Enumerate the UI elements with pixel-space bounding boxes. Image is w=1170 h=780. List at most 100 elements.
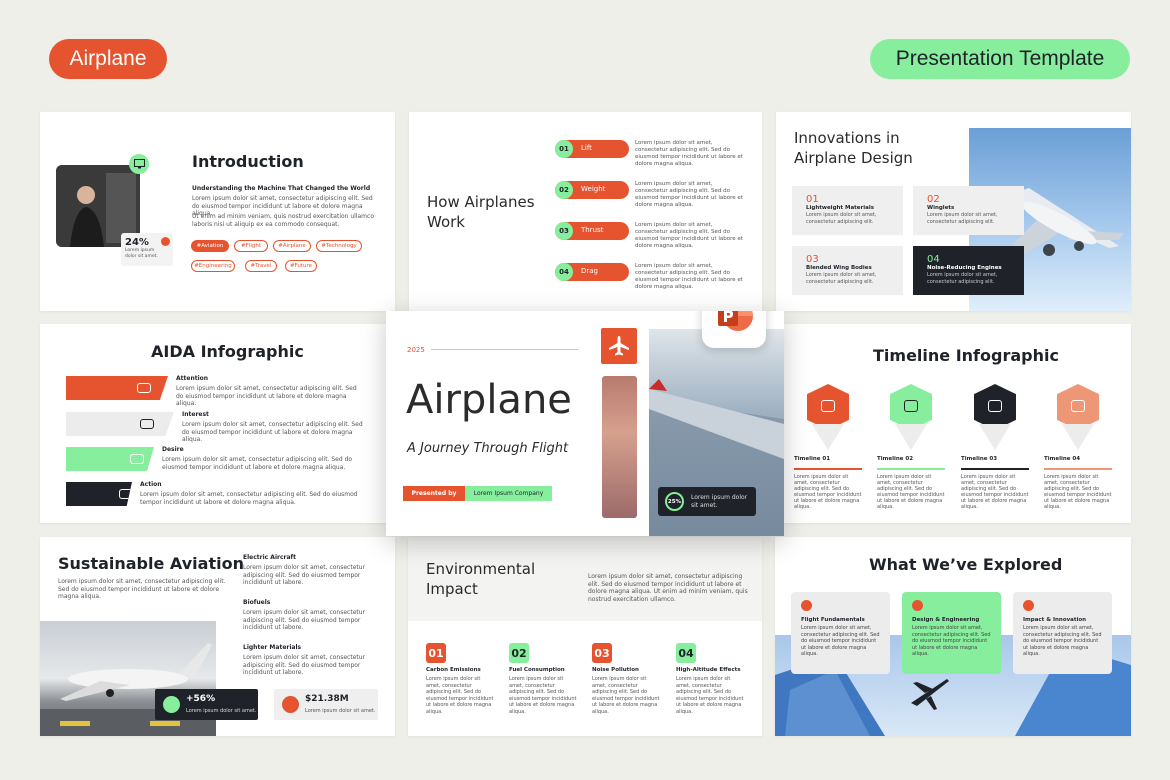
innov-card-label: Blended Wing Bodies — [806, 265, 872, 271]
clouds-strip-photo — [602, 376, 637, 518]
chart-icon — [161, 237, 170, 246]
cover-title: Airplane — [406, 377, 572, 423]
aida-text: Lorem ipsum dolor sit amet, consectetur … — [176, 385, 357, 407]
family-icon — [130, 454, 144, 464]
slide-introduction[interactable]: 24% Lorem ipsum dolor sit amet. Introduc… — [40, 112, 395, 311]
sustain-item-label: Lighter Materials — [243, 644, 302, 651]
slide-cover[interactable]: 2025 Airplane A Journey Through Flight P… — [386, 311, 784, 536]
slide-environmental-impact[interactable]: Environmental Impact Lorem ipsum dolor s… — [408, 537, 762, 736]
explored-card-label: Impact & Innovation — [1023, 617, 1087, 623]
innov-card-text: Lorem ipsum dolor sit amet, consectetur … — [806, 212, 877, 225]
tools-icon — [912, 600, 923, 611]
tag-engineering[interactable]: #Engineering — [191, 260, 235, 272]
slide-innovations[interactable]: Innovations in Airplane Design 01 Lightwe… — [776, 112, 1131, 311]
how-title: How Airplanes Work — [427, 193, 535, 231]
how-item-label: Thrust — [581, 226, 604, 234]
explored-title: What We’ve Explored — [869, 555, 1063, 574]
airplane-icon — [801, 600, 812, 611]
env-item-number: 02 — [509, 643, 529, 663]
timeline-hexagon — [890, 384, 932, 430]
sustain-stat1-card: +56% Lorem ipsum dolor sit amet. — [155, 689, 258, 720]
tag-flight[interactable]: #Flight — [234, 240, 268, 252]
how-item-pill: 01 Lift — [555, 140, 629, 158]
intro-stat-text: Lorem ipsum dolor sit amet. — [125, 248, 158, 259]
env-item-text: Lorem ipsum dolor sit amet, consectetur … — [592, 676, 660, 715]
template-label-pill: Presentation Template — [870, 39, 1130, 79]
slide-what-weve-explored[interactable]: What We’ve Explored Flight Fundamentals L… — [775, 537, 1131, 736]
aida-text: Lorem ipsum dolor sit amet, consectetur … — [162, 456, 353, 471]
innov-card-label: Noise-Reducing Engines — [927, 265, 1002, 271]
innov-card: 04 Noise-Reducing Engines Lorem ipsum dolo… — [913, 246, 1024, 295]
how-item-label: Drag — [581, 267, 599, 275]
env-item-label: Noise Pollution — [592, 667, 639, 673]
sustain-stat1-value: +56% — [186, 694, 216, 704]
how-item-pill: 02 Weight — [555, 181, 629, 199]
sustain-stat2-value: $21.38M — [305, 694, 349, 704]
tag-airplane[interactable]: #Airplane — [273, 240, 311, 252]
team-icon — [904, 400, 918, 412]
slide-how-airplanes-work[interactable]: How Airplanes Work 01 Lift Lorem ipsum dol… — [409, 112, 762, 311]
tag-travel[interactable]: #Travel — [245, 260, 277, 272]
how-item: 03 Thrust Lorem ipsum dolor sit amet, cons… — [555, 222, 755, 252]
innov-card: 03 Blended Wing Bodies Lorem ipsum dolor s… — [792, 246, 903, 295]
slide-aida[interactable]: AIDA Infographic Attention Lorem ipsum do… — [40, 324, 395, 523]
tag-aviation[interactable]: #Aviation — [191, 240, 229, 252]
explored-card-text: Lorem ipsum dolor sit amet, consectetur … — [1023, 625, 1102, 657]
innov-card-number: 04 — [927, 254, 940, 265]
sustain-item-text: Lorem ipsum dolor sit amet, consectetur … — [243, 609, 366, 631]
env-item-number: 01 — [426, 643, 446, 663]
airplane-silhouette-icon — [911, 679, 949, 710]
how-item-text: Lorem ipsum dolor sit amet, consectetur … — [635, 222, 743, 249]
innov-card-text: Lorem ipsum dolor sit amet, consectetur … — [927, 212, 998, 225]
sustain-item-text: Lorem ipsum dolor sit amet, consectetur … — [243, 564, 366, 586]
env-item-text: Lorem ipsum dolor sit amet, consectetur … — [426, 676, 494, 715]
sustain-stat2-card: $21.38M Lorem ipsum dolor sit amet. — [274, 689, 378, 720]
monitor-icon-badge — [129, 154, 149, 174]
timeline-pointer — [812, 424, 844, 450]
monitor-icon — [133, 159, 145, 169]
intro-paragraph-2: Ut enim ad minim veniam, quis nostrud ex… — [192, 213, 374, 228]
env-item-label: High-Altitude Effects — [676, 667, 741, 673]
aida-title: AIDA Infographic — [151, 342, 304, 361]
cover-rule — [431, 349, 578, 350]
plane-icon-tile — [601, 328, 637, 364]
innov-card: 02 Winglets Lorem ipsum dolor sit amet, co… — [913, 186, 1024, 235]
timeline-text: Lorem ipsum dolor sit amet, consectetur … — [794, 474, 862, 510]
innov-card: 01 Lightweight Materials Lorem ipsum dolor… — [792, 186, 903, 235]
money-icon — [282, 696, 299, 713]
tag-future[interactable]: #Future — [285, 260, 317, 272]
timeline-pointer — [1062, 424, 1094, 450]
explored-card-label: Design & Engineering — [912, 617, 980, 623]
innov-title: Innovations in Airplane Design — [794, 129, 913, 167]
sustain-title: Sustainable Aviation — [58, 554, 244, 573]
handshake-icon — [119, 489, 132, 499]
tag-technology[interactable]: #Technology — [316, 240, 362, 252]
how-item-number: 03 — [555, 222, 573, 240]
how-item-text: Lorem ipsum dolor sit amet, consectetur … — [635, 181, 743, 208]
how-item-pill: 04 Drag — [555, 263, 629, 281]
progress-ring: 25% — [665, 492, 684, 511]
person-pin-icon — [140, 419, 154, 429]
rocket-icon — [988, 400, 1002, 412]
env-item-number: 04 — [676, 643, 696, 663]
aida-label: Desire — [162, 446, 184, 453]
sustain-item-text: Lorem ipsum dolor sit amet, consectetur … — [243, 654, 366, 676]
timeline-label: Timeline 03 — [961, 456, 998, 462]
innov-card-number: 03 — [806, 254, 819, 265]
aida-bar — [66, 412, 174, 436]
aida-text: Lorem ipsum dolor sit amet, consectetur … — [182, 421, 363, 443]
intro-title: Introduction — [192, 152, 304, 171]
slide-timeline[interactable]: Timeline Infographic Timeline 01 Lorem ip… — [776, 324, 1131, 523]
env-item-text: Lorem ipsum dolor sit amet, consectetur … — [676, 676, 744, 715]
aida-label: Interest — [182, 411, 209, 418]
slide-sustainable-aviation[interactable]: Sustainable Aviation Lorem ipsum dolor s… — [40, 537, 395, 736]
timeline-text: Lorem ipsum dolor sit amet, consectetur … — [1044, 474, 1112, 510]
cover-stat-text: Lorem ipsum dolor sit amet. — [691, 494, 748, 509]
cover-subtitle: A Journey Through Flight — [407, 441, 569, 456]
explored-card-label: Flight Fundamentals — [801, 617, 865, 623]
intro-subtitle: Understanding the Machine That Changed t… — [192, 185, 371, 192]
explored-card-text: Lorem ipsum dolor sit amet, consectetur … — [801, 625, 880, 657]
env-item-label: Fuel Consumption — [509, 667, 565, 673]
how-item: 02 Weight Lorem ipsum dolor sit amet, cons… — [555, 181, 755, 211]
aida-text: Lorem ipsum dolor sit amet, consectetur … — [140, 491, 358, 506]
